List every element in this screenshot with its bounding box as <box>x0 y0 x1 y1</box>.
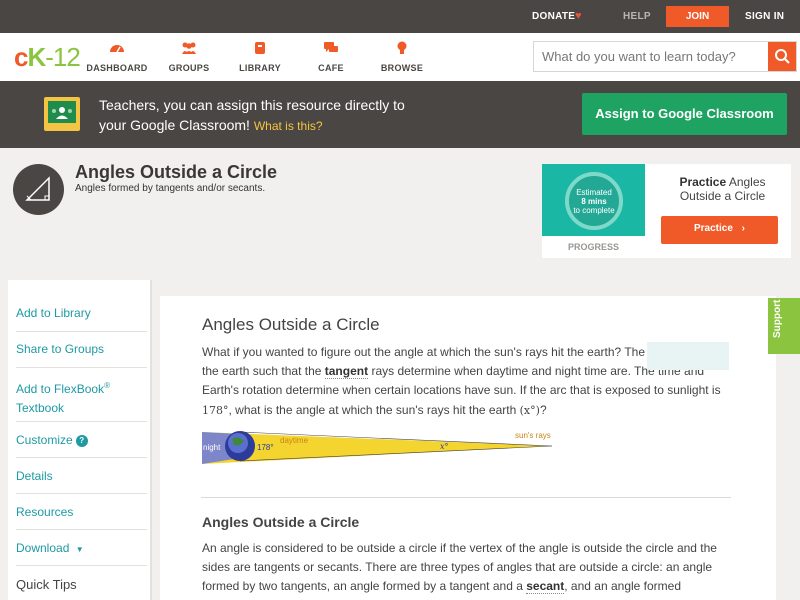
join-button[interactable]: JOIN <box>666 6 729 27</box>
divider <box>16 331 147 332</box>
share-to-groups-link[interactable]: Share to Groups <box>16 340 139 359</box>
caret-down-icon: ▼ <box>75 545 84 554</box>
search-button[interactable] <box>768 42 796 71</box>
content-divider <box>150 280 152 600</box>
divider <box>16 493 147 494</box>
divider <box>16 421 147 422</box>
page-subtitle: Angles formed by tangents and/or secants… <box>75 183 266 194</box>
search-bar <box>533 41 797 72</box>
chevron-right-icon: › <box>741 223 746 234</box>
search-icon <box>775 49 790 64</box>
divider <box>16 457 147 458</box>
progress-label: PROGRESS <box>567 242 619 252</box>
assign-to-google-classroom-button[interactable]: Assign to Google Classroom <box>582 93 787 135</box>
support-tab[interactable]: Support <box>768 298 800 354</box>
practice-button[interactable]: Practice › <box>661 216 778 244</box>
page-title: Angles Outside a Circle <box>75 162 278 182</box>
add-to-flexbook-link[interactable]: Add to FlexBook® Textbook <box>16 376 139 418</box>
banner-message: Teachers, you can assign this resource d… <box>99 97 405 133</box>
lightbulb-icon <box>397 41 407 54</box>
section-paragraph: An angle is considered to be outside a c… <box>202 541 717 595</box>
help-question-icon[interactable]: ? <box>75 435 88 447</box>
geometry-modality-icon <box>13 164 64 215</box>
donate-link[interactable]: DONATE <box>532 11 575 22</box>
secant-term[interactable]: secant <box>526 579 565 595</box>
search-input[interactable] <box>534 42 768 71</box>
sign-in-link[interactable]: SIGN IN <box>745 11 784 22</box>
sun-rays-earth-figure: night 178° daytime x° sun's rays <box>202 431 553 464</box>
top-bar: DONATE ♥ HELP JOIN SIGN IN <box>0 0 800 33</box>
google-classroom-banner: Teachers, you can assign this resource d… <box>0 81 800 148</box>
resources-link[interactable]: Resources <box>16 503 139 522</box>
practice-heading: Practice Angles Outside a Circle <box>679 175 766 203</box>
divider <box>16 529 147 530</box>
ck12-logo[interactable]: cK-12 <box>14 42 81 73</box>
section-heading: Angles Outside a Circle <box>202 514 360 530</box>
night-label: night <box>203 443 221 452</box>
nav-groups[interactable]: GROUPS <box>149 41 229 76</box>
dashboard-icon <box>110 45 124 53</box>
highlight-overlay <box>647 342 729 370</box>
details-link[interactable]: Details <box>16 467 139 486</box>
customize-link[interactable]: Customize? <box>16 431 139 450</box>
daytime-label: daytime <box>280 436 309 445</box>
cafe-chat-icon <box>324 42 338 52</box>
sidebar: Add to Library Share to Groups Add to Fl… <box>8 280 151 600</box>
divider <box>16 565 147 566</box>
heart-icon: ♥ <box>575 10 582 22</box>
google-classroom-icon <box>44 97 80 131</box>
download-menu[interactable]: Download ▼ <box>16 539 139 559</box>
help-link[interactable]: HELP <box>623 11 651 22</box>
divider <box>16 367 147 368</box>
add-to-library-link[interactable]: Add to Library <box>16 304 139 323</box>
library-icon <box>255 42 265 54</box>
what-is-this-link[interactable]: What is this? <box>254 119 323 133</box>
nav-library[interactable]: LIBRARY <box>220 41 300 76</box>
section-divider <box>201 497 731 498</box>
main-nav: cK-12 DASHBOARD GROUPS LIBRARY CAFE BROW… <box>0 33 800 81</box>
quick-tips-heading: Quick Tips <box>16 577 77 592</box>
nav-cafe[interactable]: CAFE <box>291 41 371 76</box>
estimated-time-badge: Estimated 8 mins to complete <box>565 172 623 230</box>
lesson-title: Angles Outside a Circle <box>202 315 380 334</box>
practice-card: Estimated 8 mins to complete PROGRESS Pr… <box>542 164 791 258</box>
arc-label: 178° <box>257 443 274 452</box>
sun-rays-label: sun's rays <box>515 431 551 440</box>
groups-icon <box>182 42 196 54</box>
nav-browse[interactable]: BROWSE <box>362 41 442 76</box>
angle-x-label: x° <box>440 442 449 451</box>
tangent-term[interactable]: tangent <box>324 364 369 380</box>
progress-graphic: Estimated 8 mins to complete <box>542 164 645 236</box>
nav-dashboard[interactable]: DASHBOARD <box>77 41 157 76</box>
